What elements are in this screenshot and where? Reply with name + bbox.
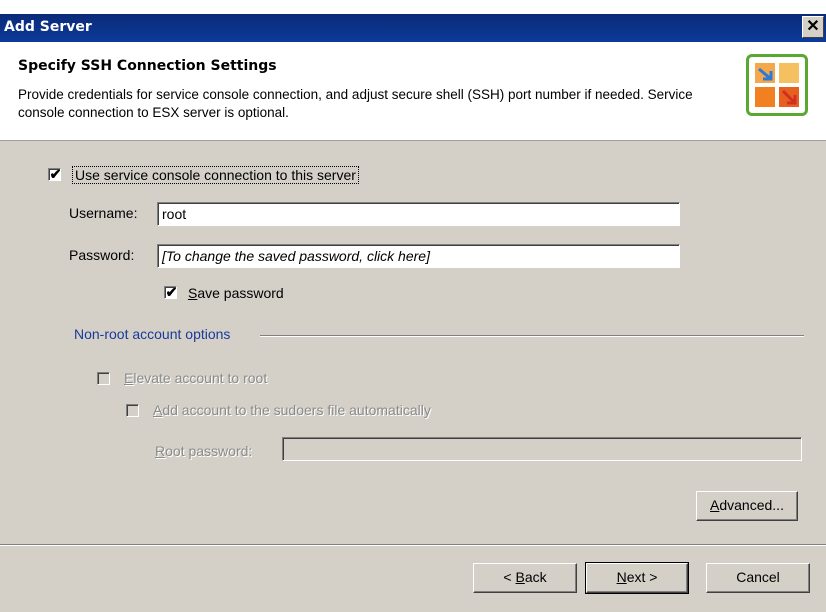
use-console-checkbox[interactable]: ✔ [48, 166, 62, 182]
sudoers-checkbox[interactable] [126, 404, 139, 417]
elevate-checkbox[interactable] [97, 372, 110, 385]
checkmark-icon: ✔ [165, 284, 178, 300]
next-button[interactable]: Next > [585, 562, 689, 594]
password-field[interactable]: [To change the saved password, click her… [157, 244, 680, 268]
sudoers-label: Add account to the sudoers file automati… [153, 402, 431, 418]
use-console-label[interactable]: Use service console connection to this s… [72, 166, 359, 184]
wizard-header: Specify SSH Connection Settings Provide … [0, 42, 826, 141]
title-bar: Add Server ✕ [0, 14, 826, 42]
advanced-button[interactable]: Advanced... [696, 491, 798, 521]
save-password-checkbox[interactable]: ✔ [164, 284, 178, 300]
close-icon: ✕ [806, 18, 820, 35]
cancel-button[interactable]: Cancel [706, 563, 810, 593]
page-title: Specify SSH Connection Settings [18, 58, 277, 74]
username-label: Username: [69, 205, 138, 221]
elevate-label: Elevate account to root [124, 370, 268, 386]
group-divider [260, 335, 804, 337]
back-button[interactable]: < Back [473, 563, 577, 593]
username-field[interactable]: root [157, 202, 680, 226]
root-password-label: Root password: [155, 443, 253, 459]
password-label: Password: [69, 247, 135, 263]
close-button[interactable]: ✕ [802, 16, 824, 38]
password-value: [To change the saved password, click her… [162, 248, 430, 264]
window-title: Add Server [4, 19, 92, 35]
page-description: Provide credentials for service console … [18, 87, 693, 120]
username-value: root [162, 206, 187, 222]
wizard-logo-icon [746, 54, 808, 116]
root-password-field[interactable] [282, 437, 802, 461]
save-password-label[interactable]: Save password [188, 285, 284, 301]
wizard-footer [0, 546, 826, 612]
checkmark-icon: ✔ [49, 166, 62, 182]
nonroot-group-label: Non-root account options [74, 326, 231, 342]
